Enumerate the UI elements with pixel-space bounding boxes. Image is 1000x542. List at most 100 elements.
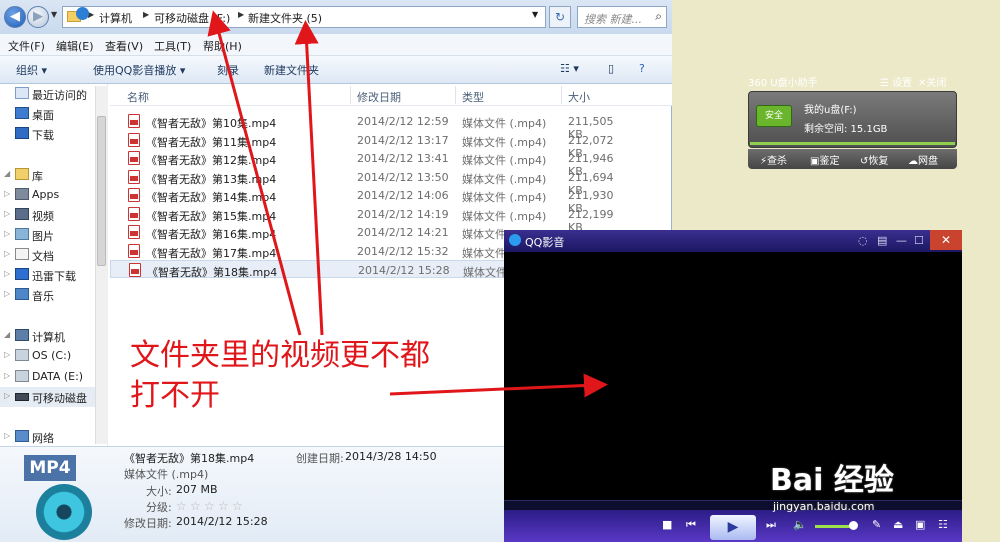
menu-icon[interactable]: ☷	[938, 518, 948, 531]
new-folder-button[interactable]: 新建文件夹	[264, 62, 319, 78]
sidebar-item-apps[interactable]: ▷ Apps	[0, 185, 96, 205]
sidebar-scrollbar-thumb[interactable]	[97, 116, 106, 266]
search-icon[interactable]: ⌕	[655, 9, 662, 24]
sidebar-item-removable[interactable]: ▷ 可移动磁盘	[0, 387, 96, 407]
usb-scan-button[interactable]: ⚡查杀	[760, 152, 787, 167]
sidebar-item-desktop[interactable]: 桌面	[0, 104, 96, 124]
file-row[interactable]: 《智者无敌》第11集.mp4 2014/2/12 13:17 媒体文件 (.mp4)…	[110, 131, 630, 160]
volume-icon[interactable]: 🔈	[793, 518, 807, 531]
expand-icon[interactable]: ▷	[4, 189, 10, 198]
expand-icon[interactable]: ▷	[4, 249, 10, 258]
sidebar-item-network[interactable]: ▷ 网络	[0, 427, 96, 447]
column-divider[interactable]	[350, 86, 351, 104]
expand-icon[interactable]: ▷	[4, 371, 10, 380]
help-icon[interactable]: ?	[639, 62, 645, 75]
player-close-button[interactable]: ✕	[930, 230, 962, 250]
expand-icon[interactable]: ▷	[4, 350, 10, 359]
volume-slider[interactable]	[815, 525, 851, 528]
file-date: 2014/2/12 13:41	[357, 152, 449, 165]
menu-tools[interactable]: 工具(T)	[154, 38, 191, 54]
breadcrumb-removable-disk[interactable]: 可移动磁盘 (F:)	[154, 10, 230, 26]
breadcrumb-separator-icon[interactable]: ▶	[238, 10, 244, 19]
column-name[interactable]: 名称	[127, 89, 149, 105]
search-input[interactable]: 搜索 新建... ⌕	[577, 6, 667, 28]
breadcrumb-new-folder[interactable]: 新建文件夹 (5)	[248, 10, 322, 26]
player-playlist-icon[interactable]: ▤	[877, 234, 887, 247]
sidebar-item-documents[interactable]: ▷ 文档	[0, 245, 96, 265]
rating-star-icon[interactable]: ☆	[232, 499, 243, 513]
sidebar-item-os-c[interactable]: ▷ OS (C:)	[0, 346, 96, 366]
expand-icon[interactable]: ▷	[4, 391, 10, 400]
file-row[interactable]: 《智者无敌》第10集.mp4 2014/2/12 12:59 媒体文件 (.mp4)…	[110, 112, 630, 141]
usb-disk-name: 我的u盘(F:)	[804, 105, 857, 116]
expand-icon[interactable]: ▷	[4, 289, 10, 298]
view-options-icon[interactable]: ☷ ▾	[560, 62, 579, 75]
sidebar-item-music[interactable]: ▷ 音乐	[0, 285, 96, 305]
sidebar-item-pictures[interactable]: ▷ 图片	[0, 225, 96, 245]
preview-pane-icon[interactable]: ▯	[608, 62, 614, 75]
menu-view[interactable]: 查看(V)	[105, 38, 143, 54]
expand-icon[interactable]: ▷	[4, 269, 10, 278]
menu-help[interactable]: 帮助(H)	[203, 38, 242, 54]
player-chat-icon[interactable]: ◌	[858, 234, 868, 247]
player-title-bar[interactable]	[504, 230, 962, 252]
sidebar-item-libraries[interactable]: ◢ 库	[0, 165, 96, 185]
next-icon[interactable]: ⏭	[766, 518, 776, 532]
sidebar-item-computer[interactable]: ◢ 计算机	[0, 326, 96, 346]
rating-star-icon[interactable]: ☆	[190, 499, 201, 513]
previous-icon[interactable]: ⏮	[686, 518, 696, 532]
address-dropdown-icon[interactable]: ▼	[532, 10, 538, 19]
forward-button[interactable]: ▶	[27, 6, 49, 28]
collapse-icon[interactable]: ◢	[4, 330, 10, 339]
breadcrumb-computer[interactable]: 计算机	[99, 10, 132, 26]
usb-identify-button[interactable]: ▣鉴定	[810, 152, 839, 167]
sidebar-item-downloads[interactable]: 下载	[0, 124, 96, 144]
burn-button[interactable]: 刻录	[217, 62, 239, 78]
usb-cloud-label: 网盘	[918, 156, 938, 167]
sidebar-item-video[interactable]: ▷ 视频	[0, 205, 96, 225]
file-row[interactable]: 《智者无敌》第15集.mp4 2014/2/12 14:19 媒体文件 (.mp4)…	[110, 205, 630, 234]
refresh-button[interactable]: ↻	[549, 6, 571, 28]
stop-icon[interactable]: ■	[662, 518, 672, 531]
player-progress-bar[interactable]	[504, 500, 962, 510]
column-divider[interactable]	[561, 86, 562, 104]
sidebar-item-recent[interactable]: 最近访问的	[0, 84, 96, 104]
breadcrumb-separator-icon[interactable]: ▶	[143, 10, 149, 19]
volume-slider-knob[interactable]	[849, 521, 858, 530]
sidebar-item-data-e[interactable]: ▷ DATA (E:)	[0, 367, 96, 387]
expand-icon[interactable]: ▷	[4, 431, 10, 440]
expand-icon[interactable]: ▷	[4, 229, 10, 238]
screen-icon[interactable]: ▣	[915, 518, 925, 531]
menu-edit[interactable]: 编辑(E)	[56, 38, 94, 54]
column-size[interactable]: 大小	[568, 89, 590, 105]
file-row[interactable]: 《智者无敌》第14集.mp4 2014/2/12 14:06 媒体文件 (.mp4)…	[110, 186, 630, 215]
play-button[interactable]: ▶	[710, 515, 756, 540]
player-minimize-icon[interactable]: —	[896, 234, 907, 247]
usb-helper-close-button[interactable]: ✕关闭	[918, 74, 946, 89]
back-button[interactable]: ◀	[4, 6, 26, 28]
column-date[interactable]: 修改日期	[357, 89, 401, 105]
usb-restore-button[interactable]: ↺恢复	[860, 152, 888, 167]
history-dropdown-icon[interactable]: ▼	[51, 10, 57, 19]
tools-icon[interactable]: ✎	[872, 518, 881, 531]
eject-icon[interactable]: ⏏	[893, 518, 903, 531]
expand-icon[interactable]: ▷	[4, 209, 10, 218]
player-maximize-icon[interactable]: ☐	[914, 234, 924, 247]
usb-helper-settings-button[interactable]: ☰ 设置	[880, 74, 912, 89]
file-row[interactable]: 《智者无敌》第13集.mp4 2014/2/12 13:50 媒体文件 (.mp4)…	[110, 168, 630, 197]
address-bar[interactable]: ▶ 计算机 ▶ 可移动磁盘 (F:) ▶ 新建文件夹 (5)	[62, 6, 546, 28]
collapse-icon[interactable]: ◢	[4, 169, 10, 178]
details-created-value: 2014/3/28 14:50	[345, 450, 437, 463]
column-type[interactable]: 类型	[462, 89, 484, 105]
column-divider[interactable]	[455, 86, 456, 104]
organize-button[interactable]: 组织 ▾	[16, 62, 47, 78]
menu-file[interactable]: 文件(F)	[8, 38, 45, 54]
rating-star-icon[interactable]: ☆	[218, 499, 229, 513]
usb-cloud-button[interactable]: ☁网盘	[908, 152, 938, 167]
play-with-qq-button[interactable]: 使用QQ影音播放 ▾	[93, 62, 185, 78]
rating-star-icon[interactable]: ☆	[176, 499, 187, 513]
sidebar-item-thunder-downloads[interactable]: ▷ 迅雷下载	[0, 265, 96, 285]
file-name: 《智者无敌》第10集.mp4	[146, 117, 277, 130]
file-row[interactable]: 《智者无敌》第12集.mp4 2014/2/12 13:41 媒体文件 (.mp4)…	[110, 149, 630, 178]
rating-star-icon[interactable]: ☆	[204, 499, 215, 513]
